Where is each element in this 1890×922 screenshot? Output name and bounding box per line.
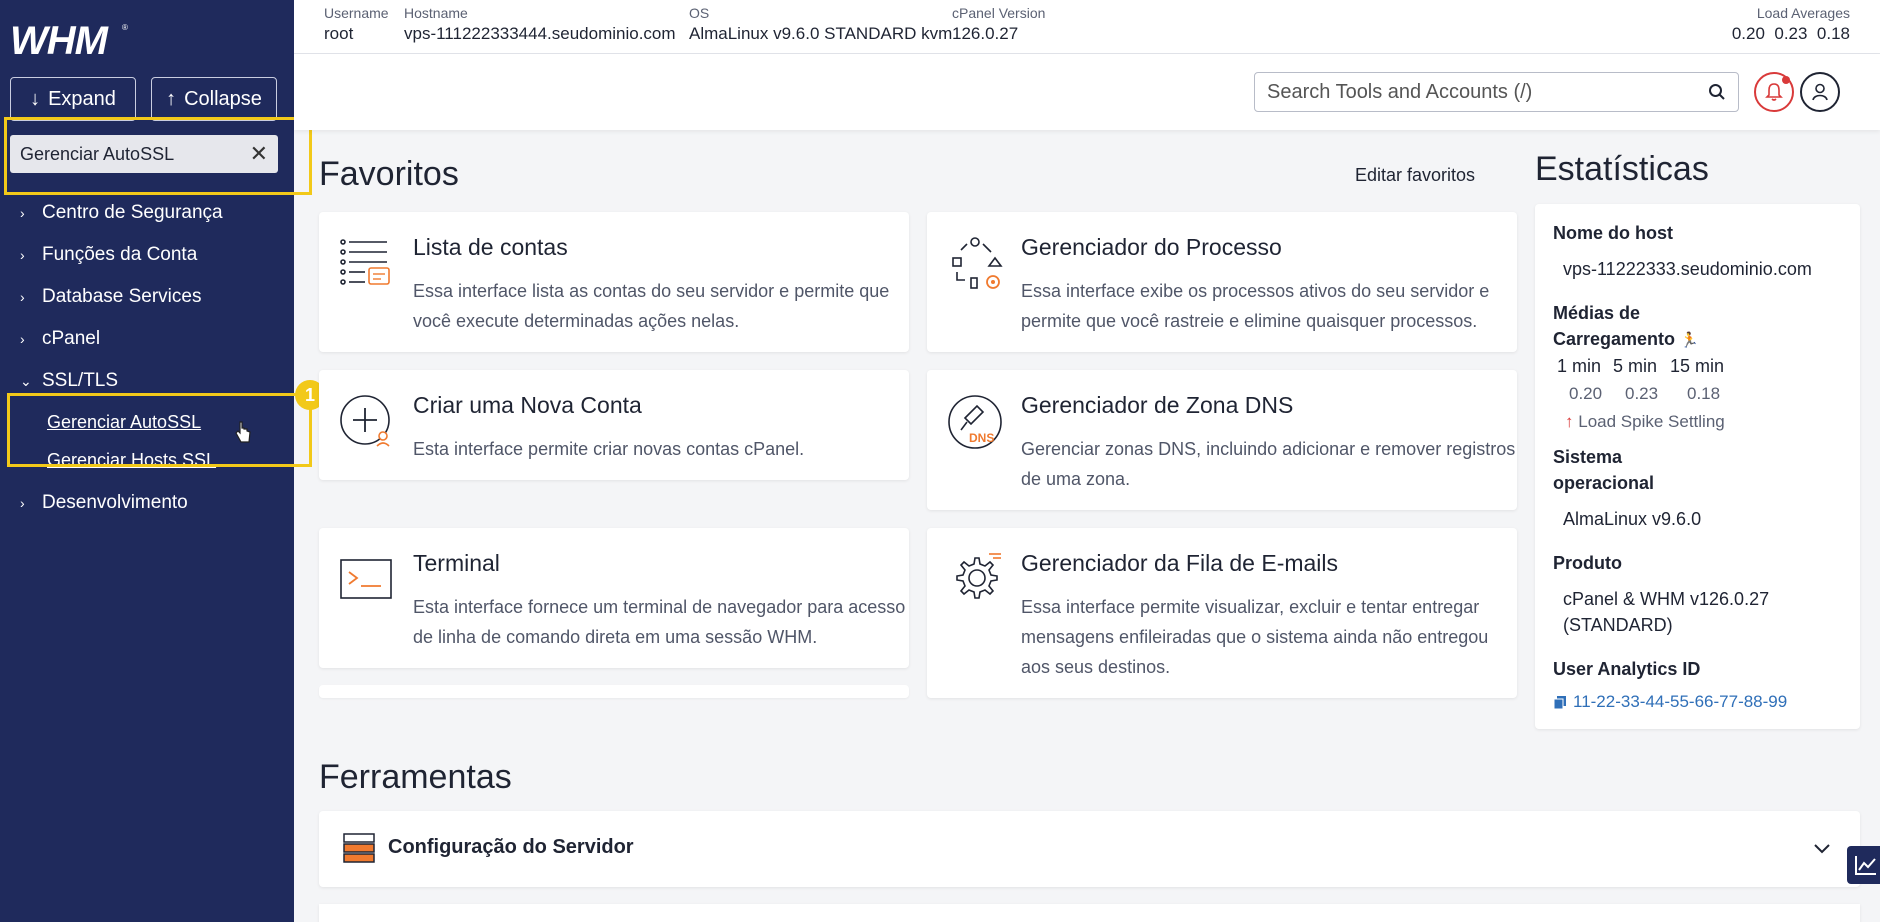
stats-uaid-label: User Analytics ID bbox=[1553, 659, 1701, 679]
copy-icon[interactable] bbox=[1553, 695, 1567, 710]
load-value-1: 0.20 bbox=[1569, 384, 1603, 403]
stats-panel: Nome do host vps-11222333.seudominio.com… bbox=[1535, 204, 1860, 729]
cpanel-version-info: cPanel Version 126.0.27 bbox=[952, 5, 1046, 43]
server-info-bar: Username root Hostname vps-111222333444.… bbox=[294, 0, 1880, 54]
user-menu-button[interactable] bbox=[1800, 72, 1840, 112]
stats-os-label: Sistema operacional bbox=[1553, 447, 1655, 493]
chevron-right-icon: › bbox=[20, 331, 25, 347]
load-spike-note: ↑ Load Spike Settling bbox=[1565, 412, 1725, 431]
whm-logo[interactable]: WHM ® bbox=[10, 16, 130, 60]
chevron-down-icon: ⌄ bbox=[20, 372, 32, 389]
sidebar-item-ssl-tls[interactable]: ⌄ SSL/TLS bbox=[20, 370, 118, 392]
stats-hostname-value: vps-11222333.seudominio.com bbox=[1563, 259, 1812, 279]
load-header-5: 5 min bbox=[1613, 356, 1658, 376]
user-analytics-id[interactable]: 11-22-33-44-55-66-77-88-99 bbox=[1553, 692, 1787, 712]
search-icon[interactable] bbox=[1708, 83, 1726, 101]
favorites-title: Favoritos bbox=[319, 155, 459, 193]
server-icon bbox=[343, 833, 375, 863]
sidebar-item-cpanel[interactable]: › cPanel bbox=[20, 328, 100, 350]
chevron-right-icon: › bbox=[20, 205, 25, 221]
load-header-15: 15 min bbox=[1670, 356, 1725, 376]
process-manager-icon bbox=[952, 237, 1003, 289]
svg-text:WHM: WHM bbox=[10, 19, 110, 60]
stats-load-label: Médias de Carregamento 🏃 bbox=[1553, 303, 1699, 349]
load-header-1: 1 min bbox=[1557, 356, 1602, 376]
chevron-right-icon: › bbox=[20, 289, 25, 305]
expand-button[interactable]: ↓ Expand bbox=[10, 77, 136, 121]
favorite-card-mail-queue-manager[interactable]: Gerenciador da Fila de E-mails Essa inte… bbox=[927, 528, 1517, 698]
dns-icon: DNS bbox=[948, 395, 1002, 449]
favorite-card-terminal[interactable]: Terminal Esta interface fornece um termi… bbox=[319, 528, 909, 668]
username-info: Username root bbox=[324, 5, 389, 43]
tool-group-server-configuration[interactable]: Configuração do Servidor bbox=[319, 811, 1860, 887]
stats-product-label: Produto bbox=[1553, 553, 1622, 573]
arrow-down-icon: ↓ bbox=[30, 87, 41, 110]
tools-title: Ferramentas bbox=[319, 758, 512, 796]
bell-icon bbox=[1765, 83, 1783, 101]
stats-product-value: cPanel & WHM v126.0.27 (STANDARD) bbox=[1563, 589, 1770, 635]
stats-title: Estatísticas bbox=[1535, 150, 1709, 188]
load-value-15: 0.18 bbox=[1687, 384, 1721, 403]
sidebar-item-security-center[interactable]: › Centro de Segurança bbox=[20, 202, 223, 224]
sidebar-search-input[interactable]: Gerenciar AutoSSL ✕ bbox=[10, 135, 278, 173]
svg-text:®: ® bbox=[122, 23, 128, 32]
favorite-card-create-account[interactable]: Criar uma Nova Conta Esta interface perm… bbox=[319, 370, 909, 480]
sidebar-subitem-manage-autossl[interactable]: Gerenciar AutoSSL bbox=[47, 412, 201, 433]
card-footer-strip bbox=[319, 685, 909, 698]
chevron-right-icon: › bbox=[20, 247, 25, 263]
favorite-card-dns-zone-manager[interactable]: DNS Gerenciador de Zona DNS Gerenciar zo… bbox=[927, 370, 1517, 510]
trend-chart-icon bbox=[1855, 856, 1876, 875]
hand-cursor-icon bbox=[235, 421, 251, 443]
notifications-button[interactable] bbox=[1754, 72, 1794, 112]
stats-hostname-label: Nome do host bbox=[1553, 223, 1673, 243]
sidebar-item-development[interactable]: › Desenvolvimento bbox=[20, 492, 188, 514]
list-accounts-icon bbox=[340, 239, 390, 285]
add-account-icon bbox=[340, 395, 390, 447]
arrow-up-icon: ↑ bbox=[166, 87, 177, 110]
notification-dot bbox=[1782, 76, 1790, 84]
scrollbar[interactable] bbox=[1880, 0, 1890, 922]
tool-group-next bbox=[319, 904, 1860, 922]
running-person-icon: 🏃 bbox=[1680, 332, 1699, 349]
os-info: OS AlmaLinux v9.6.0 STANDARD kvm bbox=[689, 5, 953, 43]
stats-os-value: AlmaLinux v9.6.0 bbox=[1563, 509, 1702, 529]
collapse-button[interactable]: ↑ Collapse bbox=[151, 77, 277, 121]
user-icon bbox=[1812, 83, 1828, 101]
load-averages-info: Load Averages 0.20 0.23 0.18 bbox=[1731, 5, 1850, 43]
gear-icon bbox=[956, 553, 1001, 599]
terminal-icon bbox=[340, 559, 392, 599]
favorite-card-process-manager[interactable]: Gerenciador do Processo Essa interface e… bbox=[927, 212, 1517, 352]
sidebar-item-database-services[interactable]: › Database Services bbox=[20, 286, 201, 308]
svg-text:DNS: DNS bbox=[969, 431, 994, 445]
sidebar: WHM ® ↓ Expand ↑ Collapse Gerenciar Auto… bbox=[0, 0, 312, 922]
header: Search Tools and Accounts (/) bbox=[294, 54, 1880, 130]
clear-search-icon[interactable]: ✕ bbox=[250, 141, 268, 167]
sidebar-subitem-manage-ssl-hosts[interactable]: Gerenciar Hosts SSL bbox=[47, 450, 216, 471]
chevron-right-icon: › bbox=[20, 495, 25, 511]
arrow-up-icon: ↑ bbox=[1565, 412, 1574, 431]
edit-favorites-link[interactable]: Editar favoritos bbox=[1355, 165, 1475, 186]
chevron-down-icon[interactable] bbox=[1813, 843, 1831, 855]
load-value-5: 0.23 bbox=[1625, 384, 1659, 403]
sidebar-item-account-functions[interactable]: › Funções da Conta bbox=[20, 244, 197, 266]
favorite-card-account-list[interactable]: Lista de contas Essa interface lista as … bbox=[319, 212, 909, 352]
hostname-info: Hostname vps-111222333444.seudominio.com bbox=[404, 5, 676, 43]
tools-search-input[interactable]: Search Tools and Accounts (/) bbox=[1254, 72, 1739, 112]
